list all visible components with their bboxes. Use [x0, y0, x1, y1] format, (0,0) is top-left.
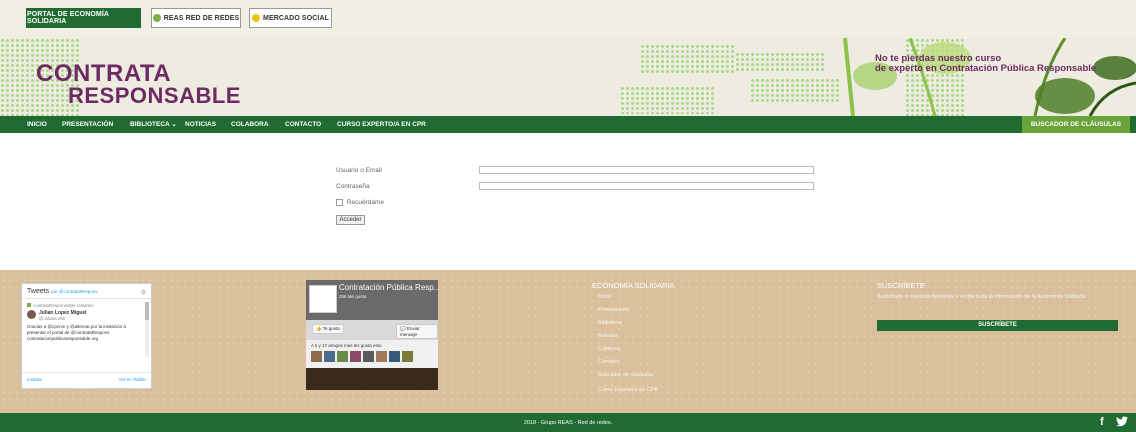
subs-title: SUSCRÍBETE — [877, 281, 925, 290]
subs-text: Suscríbete a nuestros boletines y recibe… — [877, 294, 1088, 300]
divider — [22, 298, 151, 299]
twitter-icon[interactable] — [1116, 416, 1128, 430]
dots-decoration — [735, 52, 825, 72]
nav-inicio[interactable]: INICIO — [27, 116, 47, 133]
portal-economia-button[interactable]: PORTAL DE ECONOMÍA SOLIDARIA — [26, 8, 141, 28]
twitter-by[interactable]: por @contrataRespons — [51, 289, 97, 294]
twitter-scrollbar[interactable] — [145, 302, 149, 357]
nav-noticias[interactable]: NOTICIAS — [185, 116, 216, 133]
footer-texture — [0, 270, 1136, 413]
scroll-thumb[interactable] — [145, 302, 149, 320]
footer-link-contacto[interactable]: Contacto — [598, 359, 620, 365]
nav-colabora[interactable]: COLABORA — [231, 116, 269, 133]
avatar[interactable] — [376, 351, 387, 362]
reas-icon — [152, 14, 161, 22]
twitter-title-text: Tweets — [27, 288, 50, 295]
username-label: Usuario o Email — [336, 167, 382, 174]
remember-row[interactable]: Recuérdame — [336, 199, 384, 206]
thumbs-up-icon: 👍 — [316, 326, 322, 331]
dots-decoration — [640, 44, 735, 74]
footer-link-inicio[interactable]: Inicio — [598, 294, 611, 300]
divider — [22, 372, 151, 373]
avatar[interactable] — [363, 351, 374, 362]
chevron-down-icon: ⌄ — [171, 121, 177, 128]
avatar[interactable] — [324, 351, 335, 362]
footer-link-buscador[interactable]: Buscador de cláusulas — [598, 372, 653, 378]
fb-message-button[interactable]: 💬 Enviar mensaje — [396, 324, 438, 339]
view-twitter-link[interactable]: Ver en Twitter — [119, 377, 146, 382]
subscribe-button[interactable]: SUSCRÍBETE — [877, 320, 1118, 331]
insert-link[interactable]: Insertar — [27, 377, 42, 382]
fb-likes: 256 Me gusta — [339, 294, 367, 299]
nav-presentacion[interactable]: PRESENTACIÓN — [62, 116, 113, 133]
password-label: Contraseña — [336, 183, 370, 190]
logo-responsable[interactable]: RESPONSABLE — [68, 83, 241, 109]
footer — [0, 270, 1136, 413]
footer-link-curso[interactable]: Curso Experto/a en CPR — [598, 387, 659, 393]
avatar[interactable] — [350, 351, 361, 362]
fb-like-label: Te gusta — [322, 326, 340, 331]
fb-friend-avatars — [311, 351, 413, 362]
avatar[interactable] — [337, 351, 348, 362]
footer-link-presentacion[interactable]: Presentación — [598, 307, 630, 313]
reas-label: REAS RED DE REDES — [163, 14, 240, 22]
avatar[interactable] — [311, 351, 322, 362]
mercado-icon — [252, 14, 261, 22]
avatar[interactable] — [389, 351, 400, 362]
twitter-widget[interactable]: Tweets por @contrataRespons ⚙ contrataRe… — [21, 283, 152, 389]
footer-link-noticias[interactable]: Noticias — [598, 333, 618, 339]
promo-text[interactable]: No te pierdas nuestro curso de experto e… — [875, 54, 1096, 74]
site-header: CONTRATA RESPONSABLE No te pierdas nuest… — [0, 38, 1136, 116]
twitter-title: Tweets por @contrataRespons — [27, 288, 97, 295]
nav-contacto[interactable]: CONTACTO — [285, 116, 321, 133]
login-button[interactable]: Acceder — [336, 215, 365, 225]
retweet-text: contrataResponsable retwitteó — [33, 303, 94, 308]
nav-biblioteca-label: BIBLIOTECA — [130, 121, 170, 128]
username-input[interactable] — [479, 166, 814, 174]
retweet-line: contrataResponsable retwitteó — [27, 303, 94, 308]
tweet-handle[interactable]: @JulianLoMi — [39, 316, 65, 321]
reas-button[interactable]: REAS RED DE REDES — [151, 8, 241, 28]
retweet-icon — [27, 303, 31, 307]
top-bar: PORTAL DE ECONOMÍA SOLIDARIA REAS RED DE… — [0, 0, 1136, 38]
facebook-widget[interactable]: Contratación Pública Resp... 256 Me gust… — [306, 280, 438, 390]
avatar[interactable] — [27, 310, 36, 319]
leaves-illustration — [843, 38, 1136, 116]
dots-decoration — [620, 86, 715, 114]
copyright-text: 2018 - Grupo REAS - Red de redes. — [523, 420, 613, 426]
facebook-icon[interactable]: f — [1100, 416, 1104, 428]
main-nav: INICIO PRESENTACIÓN BIBLIOTECA ⌄ NOTICIA… — [0, 116, 1136, 133]
mercado-label: MERCADO SOCIAL — [263, 14, 329, 22]
fb-bottom-photo — [306, 368, 438, 390]
mercado-button[interactable]: MERCADO SOCIAL — [249, 8, 332, 28]
footer-link-biblioteca[interactable]: Biblioteca — [598, 320, 622, 326]
fb-page-name[interactable]: Contratación Pública Resp... — [339, 283, 438, 292]
fb-like-button[interactable]: 👍 Te gusta — [312, 324, 344, 334]
nav-curso[interactable]: CURSO EXPERTO/A EN CPR — [337, 116, 426, 133]
nav-buscador-clausulas[interactable]: BUSCADOR DE CLÁUSULAS — [1022, 116, 1130, 133]
messenger-icon: 💬 — [400, 326, 406, 331]
fb-page-logo[interactable] — [309, 285, 337, 313]
avatar[interactable] — [402, 351, 413, 362]
remember-label: Recuérdame — [346, 199, 385, 207]
remember-checkbox[interactable] — [336, 199, 343, 206]
info-icon[interactable]: ⚙ — [141, 289, 146, 296]
promo-line2: de experto en Contratación Pública Respo… — [875, 63, 1097, 74]
footer-link-colabora[interactable]: Colabora — [598, 346, 620, 352]
fb-friends-text: A ti y 17 amigos más les gusta esto — [311, 343, 382, 348]
nav-biblioteca[interactable]: BIBLIOTECA ⌄ — [130, 116, 177, 133]
password-input[interactable] — [479, 182, 814, 190]
econ-title: ECONOMÍA SOLIDARIA — [592, 281, 675, 290]
twitter-bird-svg — [1116, 416, 1128, 427]
tweet-body: Gracias a @cpcnm y @alternat por la invi… — [27, 324, 126, 341]
